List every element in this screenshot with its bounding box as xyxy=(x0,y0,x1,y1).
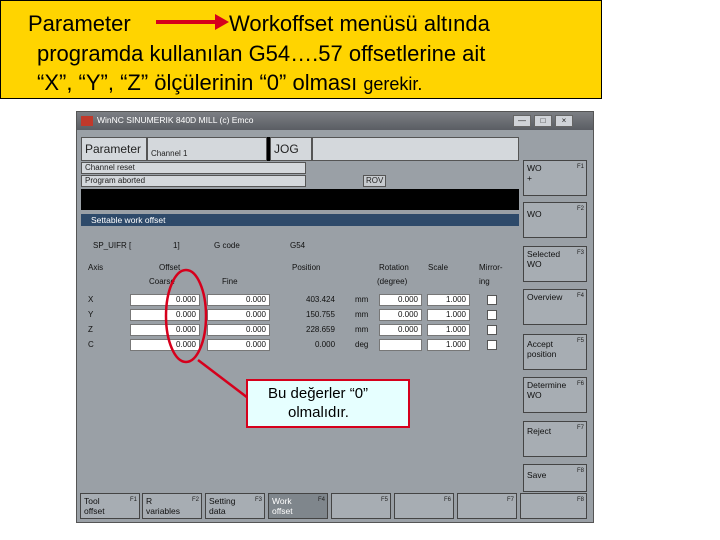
annotation-overlay xyxy=(164,268,249,399)
callout-line2: olmalıdır. xyxy=(288,404,349,421)
callout-line1: Bu değerler “0” xyxy=(268,385,369,402)
highlight-ellipse xyxy=(164,268,208,364)
pointer-line xyxy=(197,359,249,399)
callout-box: Bu değerler “0” olmalıdır. xyxy=(246,379,410,428)
